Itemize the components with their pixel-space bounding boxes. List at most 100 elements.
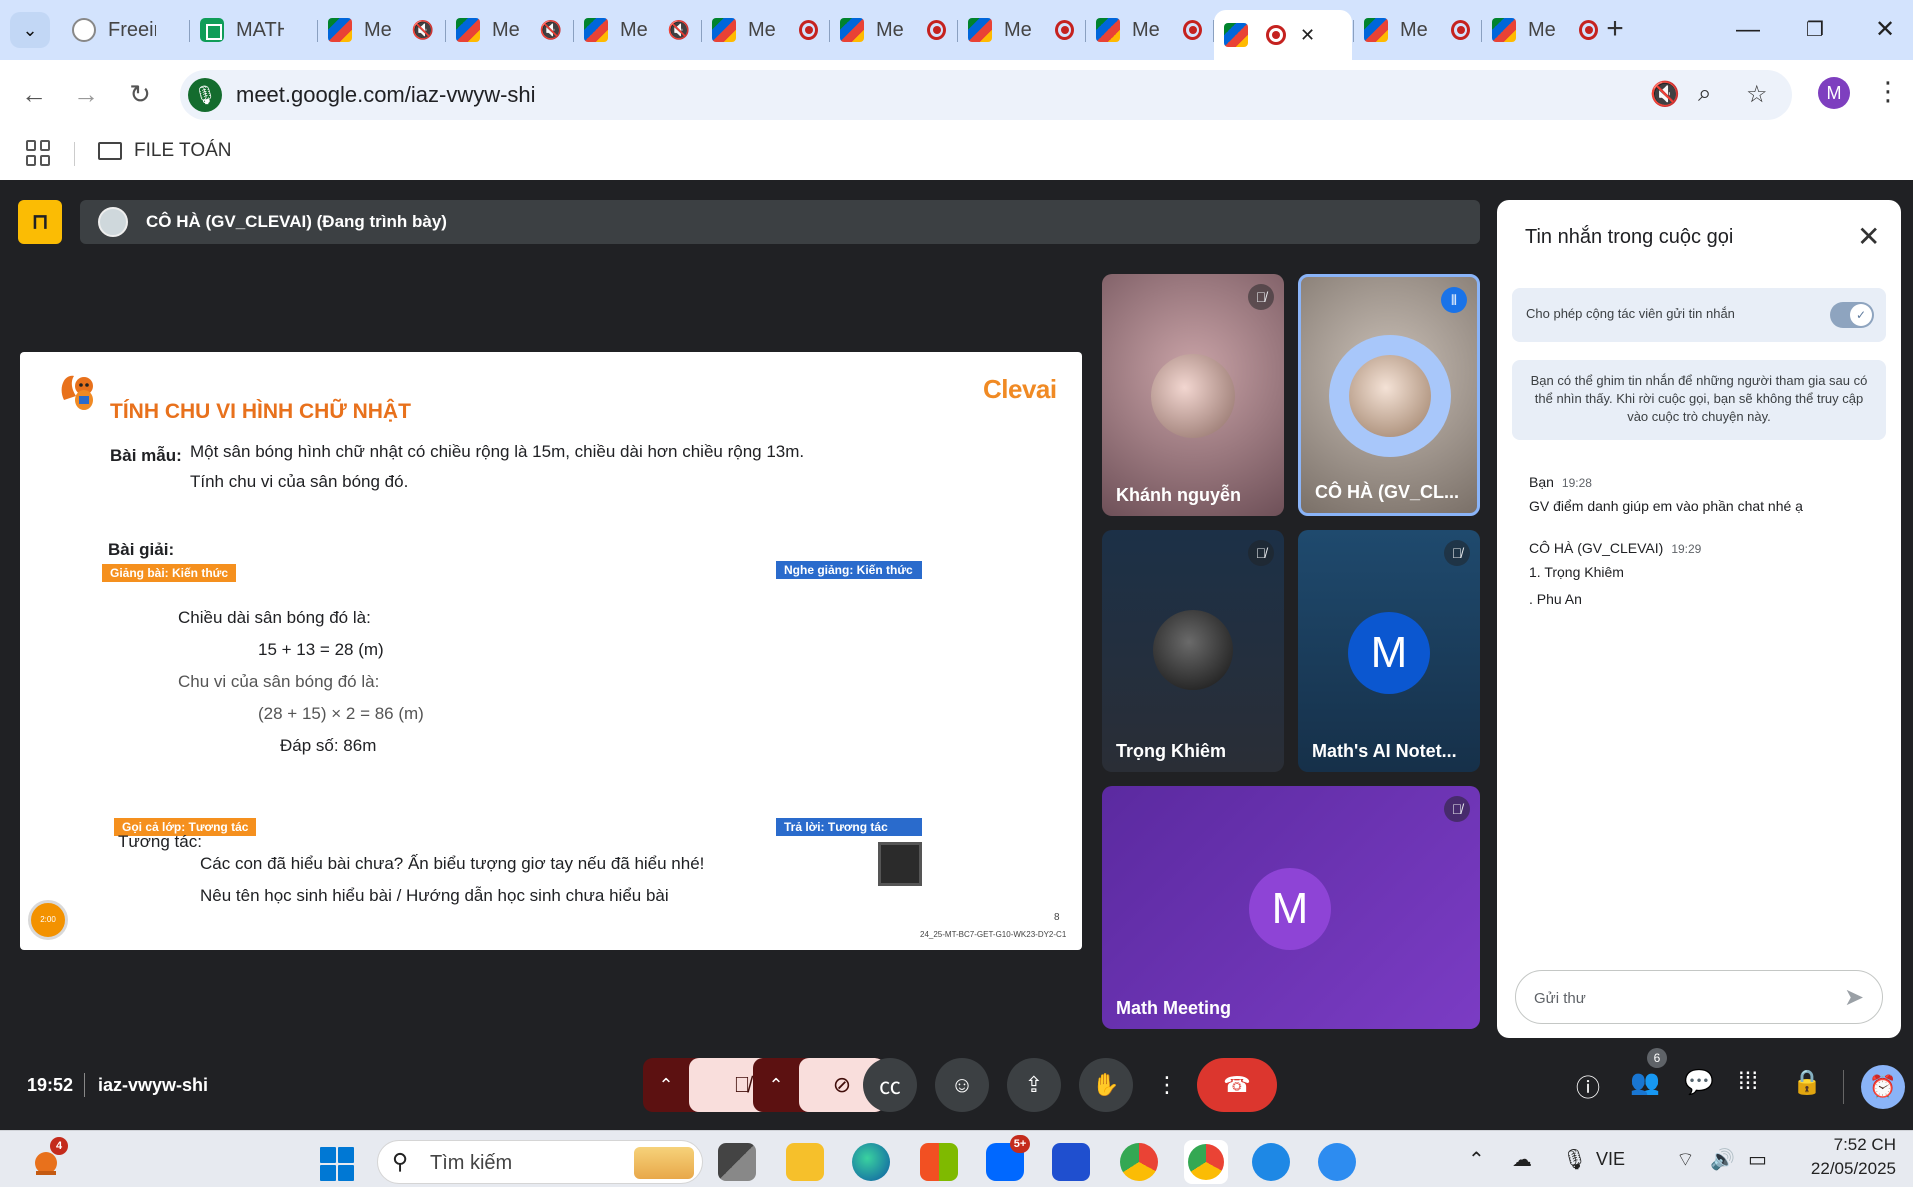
show-hidden-icons-icon[interactable]: ⌃ (1468, 1147, 1485, 1172)
bookmark-folder[interactable]: FILE TOÁN (98, 140, 232, 162)
bookmarks-divider (74, 142, 75, 166)
meeting-clock: 19:52 (27, 1075, 74, 1095)
task-view-icon[interactable] (718, 1143, 756, 1181)
microsoft-store-icon[interactable] (920, 1143, 958, 1181)
more-options-button[interactable]: ⋮ (1152, 1058, 1182, 1112)
address-bar[interactable]: 🎙 meet.google.com/iaz-vwyw-shi 🔇 ⌕ ☆ (180, 70, 1792, 120)
presenter-name: CÔ HÀ (GV_CLEVAI) (Đang trình bày) (146, 212, 447, 231)
tab-search-button[interactable]: ⌄ (10, 12, 50, 48)
apps-grid-icon[interactable] (26, 140, 52, 166)
close-chat-button[interactable]: ✕ (1857, 220, 1880, 253)
browser-tab[interactable]: Me (1086, 10, 1212, 50)
people-icon[interactable]: 👥 (1630, 1068, 1660, 1097)
start-button[interactable] (320, 1147, 354, 1181)
end-call-button[interactable]: ☎ (1197, 1058, 1277, 1112)
system-date[interactable]: 22/05/2025 (1796, 1159, 1896, 1179)
browser-tab[interactable]: Me 🔇 (574, 10, 700, 50)
captions-button[interactable]: ㏄ (863, 1058, 917, 1112)
participant-tile-co-ha[interactable]: ⦀ CÔ HÀ (GV_CL... (1298, 274, 1480, 516)
allow-messages-toggle[interactable] (1830, 302, 1874, 328)
participant-tile-khanh[interactable]: 🎙̸ Khánh nguyễn (1102, 274, 1284, 516)
activities-icon[interactable]: ⁞⁞⁞ (1738, 1068, 1758, 1096)
wifi-icon[interactable]: ⌔ (1676, 1147, 1695, 1172)
browser-tab[interactable]: Me (1354, 10, 1480, 50)
chat-icon[interactable]: 💬 (1684, 1068, 1714, 1097)
raise-hand-button[interactable]: ✋ (1079, 1058, 1133, 1112)
taskbar-search[interactable]: ⚲ Tìm kiếm (377, 1140, 703, 1184)
volume-icon[interactable]: 🔊 (1710, 1147, 1735, 1172)
host-controls-icon[interactable]: 🔒 (1792, 1068, 1822, 1097)
browser-tab[interactable]: ✕ (1214, 10, 1352, 60)
edge-browser-icon[interactable] (852, 1143, 890, 1181)
slide-page-number: 8 (1054, 912, 1060, 923)
tab-muted-icon[interactable]: 🔇 (1650, 80, 1680, 109)
browser-tab[interactable]: Me (1482, 10, 1608, 50)
send-icon[interactable]: ➤ (1844, 983, 1864, 1012)
participant-name: Math Meeting (1116, 998, 1231, 1018)
solution-label: Bài giải: (108, 540, 175, 559)
tab-muted-icon[interactable]: 🔇 (412, 20, 434, 41)
alarm-clock-icon[interactable]: ⏰ (1861, 1065, 1905, 1109)
present-screen-button[interactable]: ⇪ (1007, 1058, 1061, 1112)
video-options-chevron-icon[interactable]: ⌃ (753, 1075, 799, 1096)
chrome-profile-b-icon[interactable] (1120, 1143, 1158, 1181)
chrome-profile-m-active[interactable] (1184, 1140, 1228, 1184)
close-window-button[interactable]: ✕ (1865, 12, 1905, 48)
battery-icon[interactable]: ▭ (1748, 1147, 1767, 1172)
shared-slide: TÍNH CHU VI HÌNH CHỮ NHẬT Clevai Bài mẫu… (20, 352, 1082, 950)
clevai-logo: Clevai (983, 374, 1057, 404)
editor-app-icon[interactable] (1052, 1143, 1090, 1181)
clock-app-icon[interactable] (1252, 1143, 1290, 1181)
participant-tile-math-meeting[interactable]: 🎙̸ M Math Meeting (1102, 786, 1480, 1029)
browser-tab[interactable]: Me (830, 10, 956, 50)
message-header: CÔ HÀ (GV_CLEVAI) 19:29 (1529, 540, 1701, 556)
search-icon: ⚲ (392, 1149, 409, 1174)
reload-button[interactable]: ↻ (122, 76, 158, 112)
microphone-in-use-icon[interactable]: 🎙 (1562, 1147, 1587, 1172)
recording-icon (1266, 25, 1286, 45)
zoom-icon[interactable]: ⌕ (1698, 80, 1711, 108)
bookmark-star-icon[interactable]: ☆ (1746, 80, 1768, 109)
browser-tab[interactable]: Me (702, 10, 828, 50)
browser-tab[interactable]: MATH_ (190, 10, 316, 50)
meet-icon (968, 18, 992, 42)
close-tab-icon[interactable]: ✕ (1300, 25, 1315, 46)
meet-icon (1492, 18, 1516, 42)
browser-tab[interactable]: Me (958, 10, 1084, 50)
tab-title: Me (492, 18, 520, 41)
tag-teach: Giảng bài: Kiến thức (102, 564, 237, 582)
chat-message-input[interactable] (1534, 983, 1834, 1013)
phone-app-icon[interactable] (1318, 1143, 1356, 1181)
browser-tab[interactable]: Me 🔇 (318, 10, 444, 50)
restore-button[interactable]: ❐ (1795, 12, 1835, 48)
message-time: 19:29 (1671, 542, 1702, 556)
change-layout-button[interactable]: ⊓ (18, 200, 62, 244)
url-text[interactable]: meet.google.com/iaz-vwyw-shi (236, 82, 536, 108)
recording-icon (926, 20, 946, 40)
tab-muted-icon[interactable]: 🔇 (540, 20, 562, 41)
participant-tile-trong-khiem[interactable]: 🎙̸ Trọng Khiêm (1102, 530, 1284, 772)
solution-calc-1: 15 + 13 = 28 (m) (258, 640, 384, 659)
microphone-icon[interactable]: 🎙 (188, 78, 222, 112)
forward-button[interactable]: → (68, 76, 104, 112)
mic-off-icon: 🎙̸ (1248, 284, 1274, 310)
input-language[interactable]: VIE (1596, 1149, 1625, 1170)
browser-menu-icon[interactable]: ⋮ (1875, 76, 1901, 107)
browser-tab[interactable]: Freeima (62, 10, 188, 50)
meeting-info-icon[interactable]: ⓘ (1576, 1068, 1600, 1103)
new-tab-button[interactable]: + (1600, 14, 1630, 46)
tab-muted-icon[interactable]: 🔇 (668, 20, 690, 41)
participant-tile-math-ai-notetaker[interactable]: 🎙̸ M Math's AI Notet... (1298, 530, 1480, 772)
camera-off-icon: ⊘ (832, 1072, 852, 1097)
audio-options-chevron-icon[interactable]: ⌃ (643, 1075, 689, 1096)
profile-avatar[interactable]: M (1818, 77, 1850, 109)
back-button[interactable]: ← (16, 76, 52, 112)
meet-icon (1096, 18, 1120, 42)
browser-tab[interactable]: Me 🔇 (446, 10, 572, 50)
solution-calc-2: (28 + 15) × 2 = 86 (m) (258, 704, 424, 723)
cloud-sync-error-icon[interactable]: ☁ (1512, 1147, 1532, 1172)
reactions-button[interactable]: ☺ (935, 1058, 989, 1112)
file-explorer-icon[interactable] (786, 1143, 824, 1181)
system-time[interactable]: 7:52 CH (1796, 1135, 1896, 1155)
minimize-button[interactable]: — (1728, 12, 1768, 48)
